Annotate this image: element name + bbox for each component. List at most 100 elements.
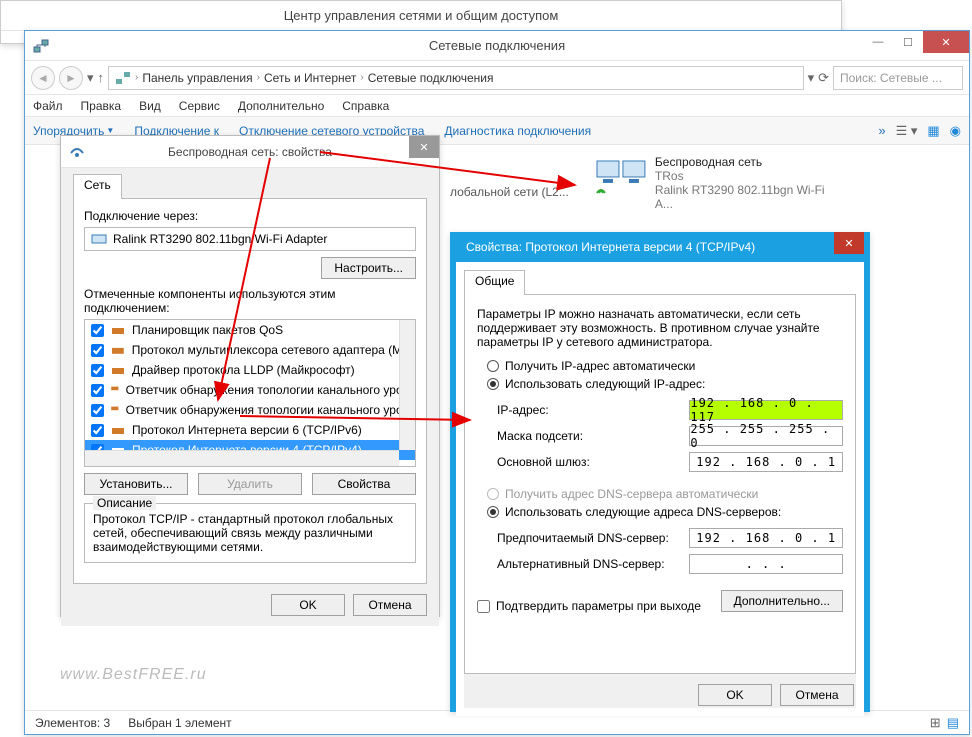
gw-label: Основной шлюз: bbox=[497, 455, 679, 469]
component-row[interactable]: Протокол мультиплексора сетевого адаптер… bbox=[85, 340, 415, 360]
preview-pane-icon[interactable]: ▦ bbox=[927, 123, 939, 139]
gateway-field[interactable]: 192 . 168 . 0 . 1 bbox=[689, 452, 843, 472]
component-label: Ответчик обнаружения топологии канальног… bbox=[126, 403, 409, 417]
radio-icon bbox=[487, 360, 499, 372]
checkbox-icon[interactable] bbox=[477, 600, 490, 613]
component-row[interactable]: Драйвер протокола LLDP (Майкрософт) bbox=[85, 360, 415, 380]
ipv4-title: Свойства: Протокол Интернета версии 4 (T… bbox=[466, 240, 755, 254]
forward-button[interactable]: ► bbox=[59, 66, 83, 90]
watermark: www.BestFREE.ru bbox=[60, 666, 207, 684]
menu-advanced[interactable]: Дополнительно bbox=[238, 99, 324, 113]
menu-service[interactable]: Сервис bbox=[179, 99, 220, 113]
component-row[interactable]: Планировщик пакетов QoS bbox=[85, 320, 415, 340]
dns1-field[interactable]: 192 . 168 . 0 . 1 bbox=[689, 528, 843, 548]
menu-file[interactable]: Файл bbox=[33, 99, 63, 113]
mask-label: Маска подсети: bbox=[497, 429, 679, 443]
component-checkbox[interactable] bbox=[91, 364, 104, 377]
breadcrumb[interactable]: › Панель управления › Сеть и Интернет › … bbox=[108, 66, 804, 90]
props-title: Беспроводная сеть: свойства bbox=[168, 145, 332, 159]
dns2-label: Альтернативный DNS-сервер: bbox=[497, 557, 679, 571]
ipv4-intro-text: Параметры IP можно назначать автоматичес… bbox=[477, 307, 843, 349]
menu-edit[interactable]: Правка bbox=[81, 99, 122, 113]
adapter-properties-dialog: Беспроводная сеть: свойства ✕ Сеть Подкл… bbox=[60, 135, 440, 617]
network-center-title: Центр управления сетями и общим доступом bbox=[284, 8, 559, 23]
confirm-on-exit-checkbox[interactable]: Подтвердить параметры при выходе bbox=[477, 599, 701, 613]
network-icon bbox=[33, 38, 49, 54]
menu-help[interactable]: Справка bbox=[342, 99, 389, 113]
components-list[interactable]: Планировщик пакетов QoS Протокол мультипл… bbox=[84, 319, 416, 467]
help-icon[interactable]: ◉ bbox=[950, 123, 961, 139]
component-label: Протокол мультиплексора сетевого адаптер… bbox=[132, 343, 409, 357]
radio-static-ip[interactable]: Использовать следующий IP-адрес: bbox=[487, 377, 843, 391]
component-row[interactable]: Ответчик обнаружения топологии канальног… bbox=[85, 400, 415, 420]
protocol-icon bbox=[110, 422, 126, 438]
ipv4-properties-dialog: Свойства: Протокол Интернета версии 4 (T… bbox=[450, 232, 870, 712]
advanced-button[interactable]: Дополнительно... bbox=[721, 590, 843, 612]
ip-label: IP-адрес: bbox=[497, 403, 679, 417]
component-checkbox[interactable] bbox=[91, 344, 104, 357]
ipv4-ok-button[interactable]: OK bbox=[698, 684, 772, 706]
tab-network[interactable]: Сеть bbox=[73, 174, 122, 199]
refresh-icon[interactable]: ⟳ bbox=[818, 70, 829, 86]
component-row[interactable]: Ответчик обнаружения топологии канальног… bbox=[85, 380, 415, 400]
component-label: Планировщик пакетов QoS bbox=[132, 323, 283, 337]
description-group: Описание Протокол TCP/IP - стандартный п… bbox=[84, 503, 416, 563]
radio-icon bbox=[487, 378, 499, 390]
view-dropdown-icon[interactable]: » bbox=[878, 123, 885, 138]
menu-view[interactable]: Вид bbox=[139, 99, 161, 113]
maximize-button[interactable]: ☐ bbox=[893, 31, 923, 53]
network-item-wireless[interactable]: Беспроводная сеть TRos Ralink RT3290 802… bbox=[595, 155, 845, 211]
recent-dropdown-icon[interactable]: ▾ bbox=[87, 70, 94, 86]
component-row[interactable]: Протокол Интернета версии 6 (TCP/IPv6) bbox=[85, 420, 415, 440]
dns2-field[interactable]: . . . bbox=[689, 554, 843, 574]
component-checkbox[interactable] bbox=[91, 424, 104, 437]
minimize-button[interactable]: — bbox=[863, 31, 893, 53]
radio-auto-ip[interactable]: Получить IP-адрес автоматически bbox=[487, 359, 843, 373]
address-dropdown-icon[interactable]: ▾ bbox=[808, 70, 815, 86]
props-close-button[interactable]: ✕ bbox=[409, 136, 439, 158]
ip-address-field[interactable]: 192 . 168 . 0 . 117 bbox=[689, 400, 843, 420]
view-mode-icon[interactable]: ☰ ▾ bbox=[896, 123, 918, 139]
protocol-icon bbox=[110, 402, 120, 418]
network-item-text: Беспроводная сеть TRos Ralink RT3290 802… bbox=[655, 155, 845, 211]
subnet-mask-field[interactable]: 255 . 255 . 255 . 0 bbox=[689, 426, 843, 446]
props-titlebar: Беспроводная сеть: свойства ✕ bbox=[61, 136, 439, 168]
props-cancel-button[interactable]: Отмена bbox=[353, 594, 427, 616]
network-item-ssid: TRos bbox=[655, 169, 845, 183]
component-properties-button[interactable]: Свойства bbox=[312, 473, 416, 495]
adapter-icon bbox=[91, 231, 107, 247]
ipv4-close-button[interactable]: ✕ bbox=[834, 232, 864, 254]
wireless-adapter-icon bbox=[595, 155, 647, 195]
props-ok-button[interactable]: OK bbox=[271, 594, 345, 616]
crumb-0[interactable]: Панель управления bbox=[142, 71, 252, 85]
network-folder-icon bbox=[115, 70, 131, 86]
component-checkbox[interactable] bbox=[91, 324, 104, 337]
tiles-view-icon[interactable]: ▤ bbox=[947, 715, 959, 731]
component-checkbox[interactable] bbox=[91, 404, 104, 417]
toolbar-diagnose[interactable]: Диагностика подключения bbox=[444, 124, 591, 138]
search-input[interactable]: Поиск: Сетевые ... bbox=[833, 66, 963, 90]
radio-static-dns[interactable]: Использовать следующие адреса DNS-сервер… bbox=[487, 505, 843, 519]
ipv4-titlebar: Свойства: Протокол Интернета версии 4 (T… bbox=[456, 232, 864, 262]
complist-scrollbar-h[interactable] bbox=[85, 450, 399, 466]
component-checkbox[interactable] bbox=[91, 384, 104, 397]
protocol-icon bbox=[110, 342, 126, 358]
close-button[interactable]: ✕ bbox=[923, 31, 969, 53]
crumb-1[interactable]: Сеть и Интернет bbox=[264, 71, 356, 85]
install-button[interactable]: Установить... bbox=[84, 473, 188, 495]
network-item-title: Беспроводная сеть bbox=[655, 155, 845, 169]
configure-button[interactable]: Настроить... bbox=[321, 257, 416, 279]
network-item-adapter: Ralink RT3290 802.11bgn Wi-Fi A... bbox=[655, 183, 845, 211]
complist-scrollbar-v[interactable] bbox=[399, 320, 415, 450]
titlebar-network-center: Центр управления сетями и общим доступом bbox=[1, 1, 841, 31]
details-view-icon[interactable]: ⊞ bbox=[930, 715, 941, 731]
back-button[interactable]: ◄ bbox=[31, 66, 55, 90]
ipv4-cancel-button[interactable]: Отмена bbox=[780, 684, 854, 706]
dns1-label: Предпочитаемый DNS-сервер: bbox=[497, 531, 679, 545]
ipv4-tab-general[interactable]: Общие bbox=[464, 270, 525, 295]
up-button[interactable]: ↑ bbox=[98, 70, 105, 85]
description-text: Протокол TCP/IP - стандартный протокол г… bbox=[93, 512, 407, 554]
protocol-icon bbox=[110, 362, 126, 378]
status-count: Элементов: 3 bbox=[35, 716, 110, 730]
crumb-2[interactable]: Сетевые подключения bbox=[368, 71, 494, 85]
